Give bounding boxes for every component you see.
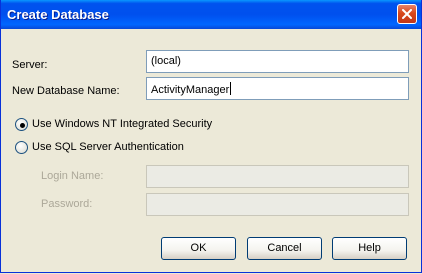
- radio-selected-dot: [20, 123, 25, 128]
- create-database-dialog: Create Database Server: (local) New Data…: [0, 0, 422, 273]
- radio-button-icon: [15, 118, 28, 131]
- login-name-input[interactable]: [146, 165, 409, 188]
- window-title: Create Database: [7, 7, 109, 22]
- close-button[interactable]: [397, 4, 417, 24]
- database-name-value: ActivityManager: [151, 84, 230, 96]
- database-name-input[interactable]: ActivityManager: [146, 77, 409, 100]
- cancel-button[interactable]: Cancel: [247, 237, 322, 260]
- auth-windows-label: Use Windows NT Integrated Security: [32, 118, 213, 130]
- help-button[interactable]: Help: [332, 237, 407, 260]
- ok-button[interactable]: OK: [161, 237, 236, 260]
- password-input[interactable]: [146, 193, 409, 216]
- login-name-label: Login Name:: [41, 170, 104, 182]
- server-input[interactable]: (local): [146, 50, 409, 73]
- auth-sql-label: Use SQL Server Authentication: [32, 141, 184, 153]
- database-name-label: New Database Name:: [12, 85, 120, 97]
- radio-button-icon: [15, 141, 28, 154]
- text-caret: [230, 82, 232, 95]
- close-icon: [402, 9, 412, 19]
- server-value: (local): [151, 55, 181, 67]
- server-label: Server:: [12, 59, 48, 71]
- password-label: Password:: [41, 198, 93, 210]
- title-bar[interactable]: Create Database: [1, 0, 421, 29]
